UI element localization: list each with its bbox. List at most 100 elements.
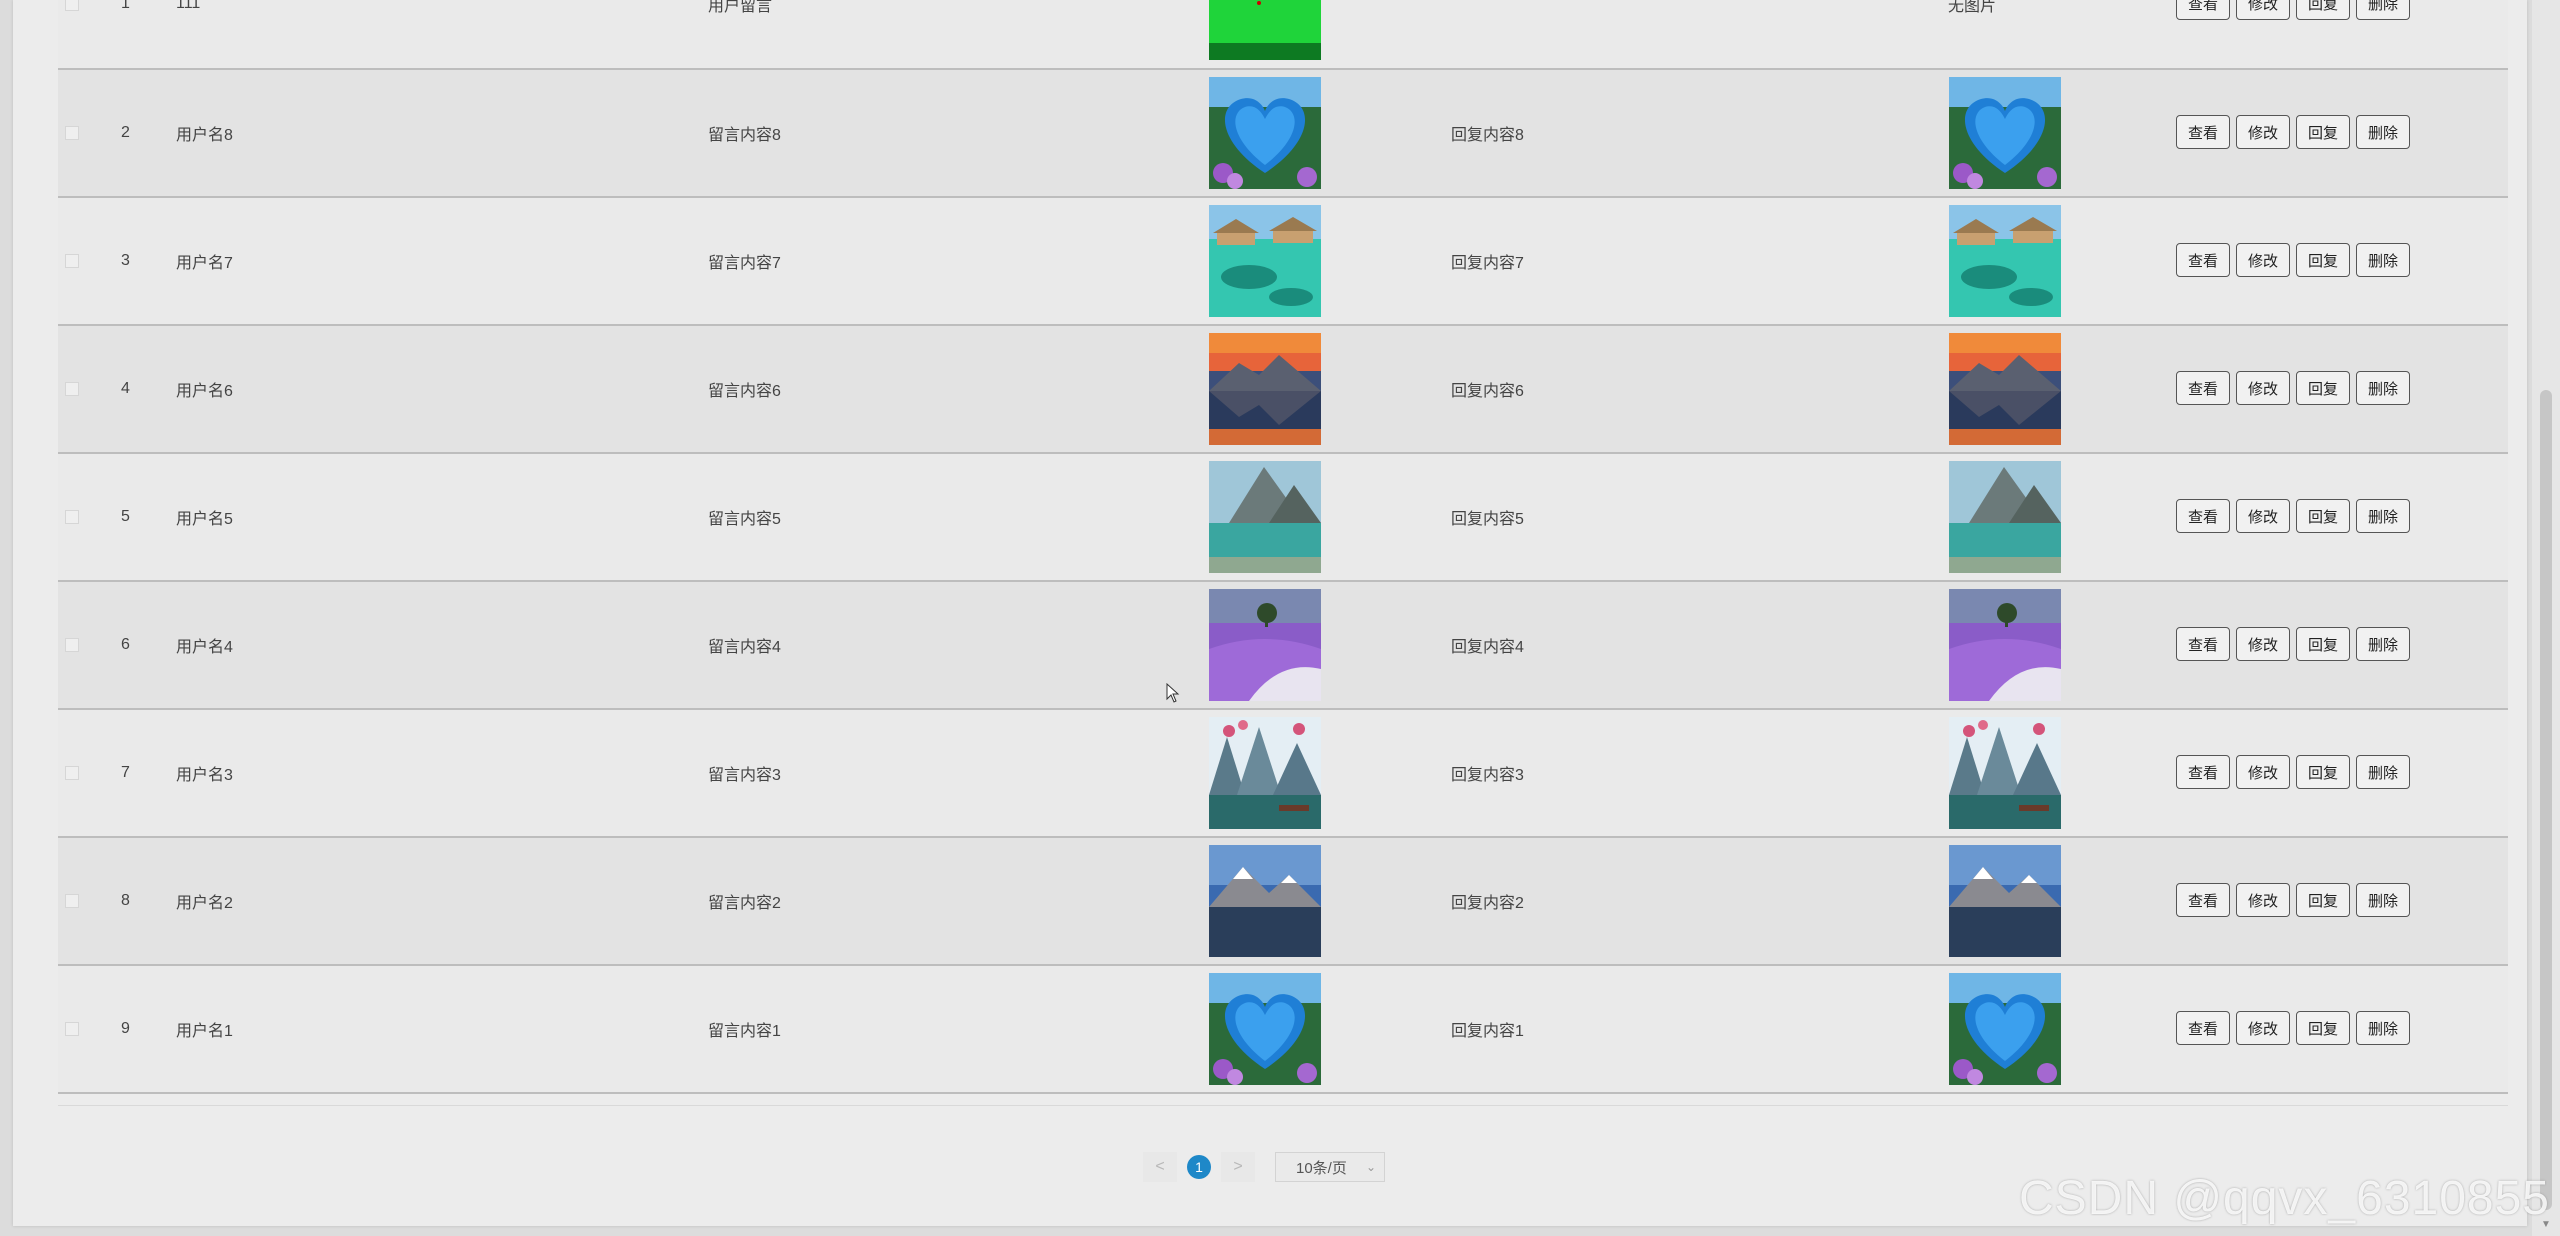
- reply-button[interactable]: 回复: [2296, 755, 2350, 789]
- message-content: 留言内容3: [708, 767, 781, 784]
- view-button[interactable]: 查看: [2176, 499, 2230, 533]
- view-button[interactable]: 查看: [2176, 755, 2230, 789]
- message-content: 留言内容8: [708, 127, 781, 144]
- row-actions: 查看 修改 回复 删除: [2176, 243, 2410, 277]
- row-index: 9: [121, 1020, 130, 1037]
- delete-button[interactable]: 删除: [2356, 371, 2410, 405]
- user-name: 用户名4: [176, 639, 233, 656]
- delete-button[interactable]: 删除: [2356, 243, 2410, 277]
- reply-button[interactable]: 回复: [2296, 243, 2350, 277]
- table-row: 2 用户名8 留言内容8 回复内容8 查看 修改 回复 删除: [58, 70, 2508, 198]
- page-size-select[interactable]: 10条/页 ⌄: [1275, 1152, 1385, 1182]
- row-checkbox[interactable]: [65, 382, 79, 396]
- message-content: 用户留言: [708, 0, 773, 15]
- row-actions: 查看 修改 回复 删除: [2176, 371, 2410, 405]
- message-image[interactable]: [1209, 333, 1321, 445]
- reply-content: 回复内容3: [1451, 767, 1524, 784]
- reply-content: 回复内容1: [1451, 1023, 1524, 1040]
- row-actions: 查看 修改 回复 删除: [2176, 755, 2410, 789]
- reply-button[interactable]: 回复: [2296, 371, 2350, 405]
- delete-button[interactable]: 删除: [2356, 1011, 2410, 1045]
- table-row: 6 用户名4 留言内容4 回复内容4 查看 修改 回复 删除: [58, 582, 2508, 710]
- message-image[interactable]: [1209, 461, 1321, 573]
- user-name: 用户名6: [176, 383, 233, 400]
- message-image[interactable]: [1209, 717, 1321, 829]
- message-content: 留言内容7: [708, 255, 781, 272]
- message-image[interactable]: [1209, 77, 1321, 189]
- edit-button[interactable]: 修改: [2236, 115, 2290, 149]
- message-image[interactable]: [1209, 973, 1321, 1085]
- reply-button[interactable]: 回复: [2296, 0, 2350, 20]
- row-checkbox[interactable]: [65, 894, 79, 908]
- reply-image[interactable]: [1949, 461, 2061, 573]
- edit-button[interactable]: 修改: [2236, 627, 2290, 661]
- row-checkbox[interactable]: [65, 126, 79, 140]
- reply-button[interactable]: 回复: [2296, 883, 2350, 917]
- next-page-button[interactable]: >: [1221, 1152, 1255, 1182]
- reply-button[interactable]: 回复: [2296, 1011, 2350, 1045]
- row-checkbox[interactable]: [65, 0, 79, 11]
- user-name: 用户名5: [176, 511, 233, 528]
- message-content: 留言内容4: [708, 639, 781, 656]
- edit-button[interactable]: 修改: [2236, 883, 2290, 917]
- edit-button[interactable]: 修改: [2236, 371, 2290, 405]
- row-index: 6: [121, 636, 130, 653]
- row-checkbox[interactable]: [65, 510, 79, 524]
- reply-image[interactable]: [1949, 589, 2061, 701]
- row-checkbox[interactable]: [65, 1022, 79, 1036]
- row-checkbox[interactable]: [65, 766, 79, 780]
- reply-content: 回复内容6: [1451, 383, 1524, 400]
- reply-image[interactable]: [1949, 845, 2061, 957]
- delete-button[interactable]: 删除: [2356, 627, 2410, 661]
- delete-button[interactable]: 删除: [2356, 883, 2410, 917]
- reply-content: 回复内容8: [1451, 127, 1524, 144]
- view-button[interactable]: 查看: [2176, 1011, 2230, 1045]
- no-image-label: 无图片: [1948, 0, 1997, 15]
- message-image[interactable]: [1209, 589, 1321, 701]
- message-content: 留言内容5: [708, 511, 781, 528]
- message-image[interactable]: [1209, 845, 1321, 957]
- row-index: 1: [121, 0, 130, 12]
- reply-image[interactable]: [1949, 333, 2061, 445]
- delete-button[interactable]: 删除: [2356, 499, 2410, 533]
- edit-button[interactable]: 修改: [2236, 0, 2290, 20]
- edit-button[interactable]: 修改: [2236, 1011, 2290, 1045]
- row-index: 4: [121, 380, 130, 397]
- scrollbar-thumb[interactable]: [2540, 390, 2552, 1210]
- row-index: 3: [121, 252, 130, 269]
- view-button[interactable]: 查看: [2176, 0, 2230, 20]
- reply-image[interactable]: [1949, 973, 2061, 1085]
- row-actions: 查看 修改 回复 删除: [2176, 627, 2410, 661]
- reply-image[interactable]: [1949, 77, 2061, 189]
- user-name: 用户名7: [176, 255, 233, 272]
- row-index: 7: [121, 764, 130, 781]
- edit-button[interactable]: 修改: [2236, 499, 2290, 533]
- vertical-scrollbar[interactable]: ▼: [2532, 0, 2560, 1236]
- reply-button[interactable]: 回复: [2296, 627, 2350, 661]
- message-image[interactable]: [1209, 205, 1321, 317]
- page-size-label: 10条/页: [1296, 1159, 1347, 1177]
- delete-button[interactable]: 删除: [2356, 755, 2410, 789]
- user-name: 用户名2: [176, 895, 233, 912]
- prev-page-button[interactable]: <: [1143, 1152, 1177, 1182]
- reply-image[interactable]: [1949, 205, 2061, 317]
- view-button[interactable]: 查看: [2176, 883, 2230, 917]
- row-index: 8: [121, 892, 130, 909]
- edit-button[interactable]: 修改: [2236, 755, 2290, 789]
- view-button[interactable]: 查看: [2176, 115, 2230, 149]
- page-number-current[interactable]: 1: [1187, 1155, 1211, 1179]
- view-button[interactable]: 查看: [2176, 627, 2230, 661]
- user-name: 用户名1: [176, 1023, 233, 1040]
- row-checkbox[interactable]: [65, 638, 79, 652]
- reply-image[interactable]: [1949, 717, 2061, 829]
- edit-button[interactable]: 修改: [2236, 243, 2290, 277]
- delete-button[interactable]: 删除: [2356, 115, 2410, 149]
- reply-button[interactable]: 回复: [2296, 115, 2350, 149]
- view-button[interactable]: 查看: [2176, 371, 2230, 405]
- mouse-cursor-icon: [1166, 683, 1180, 703]
- delete-button[interactable]: 删除: [2356, 0, 2410, 20]
- reply-button[interactable]: 回复: [2296, 499, 2350, 533]
- view-button[interactable]: 查看: [2176, 243, 2230, 277]
- row-checkbox[interactable]: [65, 254, 79, 268]
- message-image[interactable]: [1209, 0, 1321, 60]
